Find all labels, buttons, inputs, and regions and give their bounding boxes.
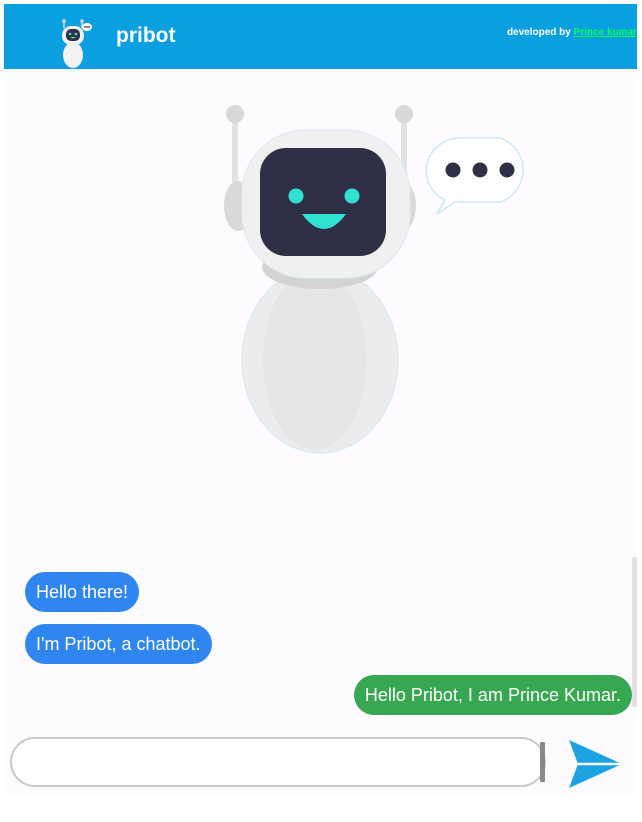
input-edge-handle xyxy=(540,742,545,782)
robot-logo-icon xyxy=(62,19,92,68)
bot-message: Hello there! xyxy=(25,572,140,612)
send-icon[interactable] xyxy=(566,737,624,791)
developer-link[interactable]: Prince kumar xyxy=(574,27,637,38)
chat-scrollbar[interactable] xyxy=(632,557,637,707)
chat-app: pribot developed by Prince kumar Hello t… xyxy=(4,4,637,794)
bot-message: I'm Pribot, a chatbot. xyxy=(25,624,212,664)
robot-illustration xyxy=(224,105,524,454)
message-input[interactable] xyxy=(10,737,546,787)
user-message: Hello Pribot, I am Prince Kumar. xyxy=(353,675,632,715)
developer-credit: developed by Prince kumar xyxy=(507,27,637,38)
app-title: pribot xyxy=(116,24,176,47)
credit-prefix: developed by xyxy=(506,27,574,38)
app-header: pribot developed by Prince kumar xyxy=(4,4,637,69)
